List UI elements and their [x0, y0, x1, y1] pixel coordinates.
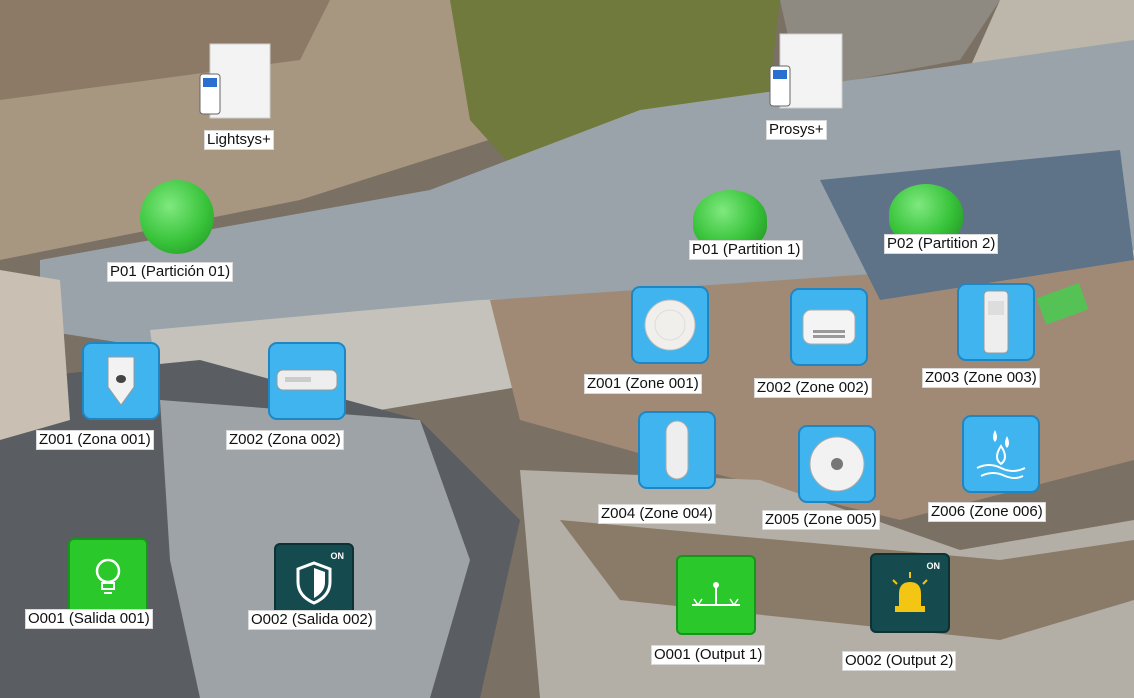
zone-tile[interactable] [798, 425, 876, 503]
zone-tile[interactable] [82, 342, 160, 420]
partition-label: P02 (Partition 2) [884, 234, 999, 254]
output-label: O002 (Output 2) [842, 651, 957, 671]
partition-label: P01 (Partición 01) [107, 262, 234, 282]
panel-lightsys[interactable] [196, 42, 276, 122]
smoke-detector-icon [644, 299, 696, 351]
ceiling-detector-icon [809, 436, 865, 492]
output-tile[interactable] [676, 555, 756, 635]
zone-tile[interactable] [790, 288, 868, 366]
sprinkler-icon [692, 582, 740, 606]
outdoor-pir-icon [983, 290, 1009, 354]
zone-tile[interactable] [268, 342, 346, 420]
output-state-badge: ON [330, 551, 345, 561]
lightbulb-icon [95, 558, 121, 594]
panel-prosys[interactable] [768, 32, 848, 112]
output-tile[interactable]: ON [870, 553, 950, 633]
water-leak-icon [976, 430, 1026, 479]
zone-label: Z005 (Zone 005) [762, 510, 880, 530]
zone-label: Z001 (Zone 001) [584, 374, 702, 394]
pir-sensor-icon [107, 356, 135, 406]
door-contact-icon [276, 369, 338, 391]
output-label: O001 (Salida 001) [25, 609, 153, 629]
zone-label: Z002 (Zone 002) [754, 378, 872, 398]
partition-status-indicator[interactable] [140, 180, 214, 254]
zone-tile[interactable] [638, 411, 716, 489]
site-map-view: Lightsys+ Prosys+ P01 (Partición 01) P01… [0, 0, 1134, 698]
co-detector-icon [802, 309, 856, 345]
output-label: O001 (Output 1) [651, 645, 766, 665]
zone-tile[interactable] [631, 286, 709, 364]
zone-tile[interactable] [957, 283, 1035, 361]
zone-label: Z001 (Zona 001) [36, 430, 154, 450]
output-state-badge: ON [926, 561, 941, 571]
zone-tile[interactable] [962, 415, 1040, 493]
panel-label: Lightsys+ [204, 130, 274, 150]
output-label: O002 (Salida 002) [248, 610, 376, 630]
zone-label: Z004 (Zone 004) [598, 504, 716, 524]
shield-icon [296, 561, 332, 605]
alarm-panel-icon [769, 33, 843, 109]
output-tile[interactable] [68, 538, 148, 618]
zone-label: Z003 (Zone 003) [922, 368, 1040, 388]
alarm-panel-icon [199, 43, 271, 119]
zone-label: Z006 (Zone 006) [928, 502, 1046, 522]
partition-label: P01 (Partition 1) [689, 240, 804, 260]
pir-sensor-icon [665, 420, 689, 480]
zone-label: Z002 (Zona 002) [226, 430, 344, 450]
siren-light-icon [892, 572, 928, 612]
panel-label: Prosys+ [766, 120, 827, 140]
